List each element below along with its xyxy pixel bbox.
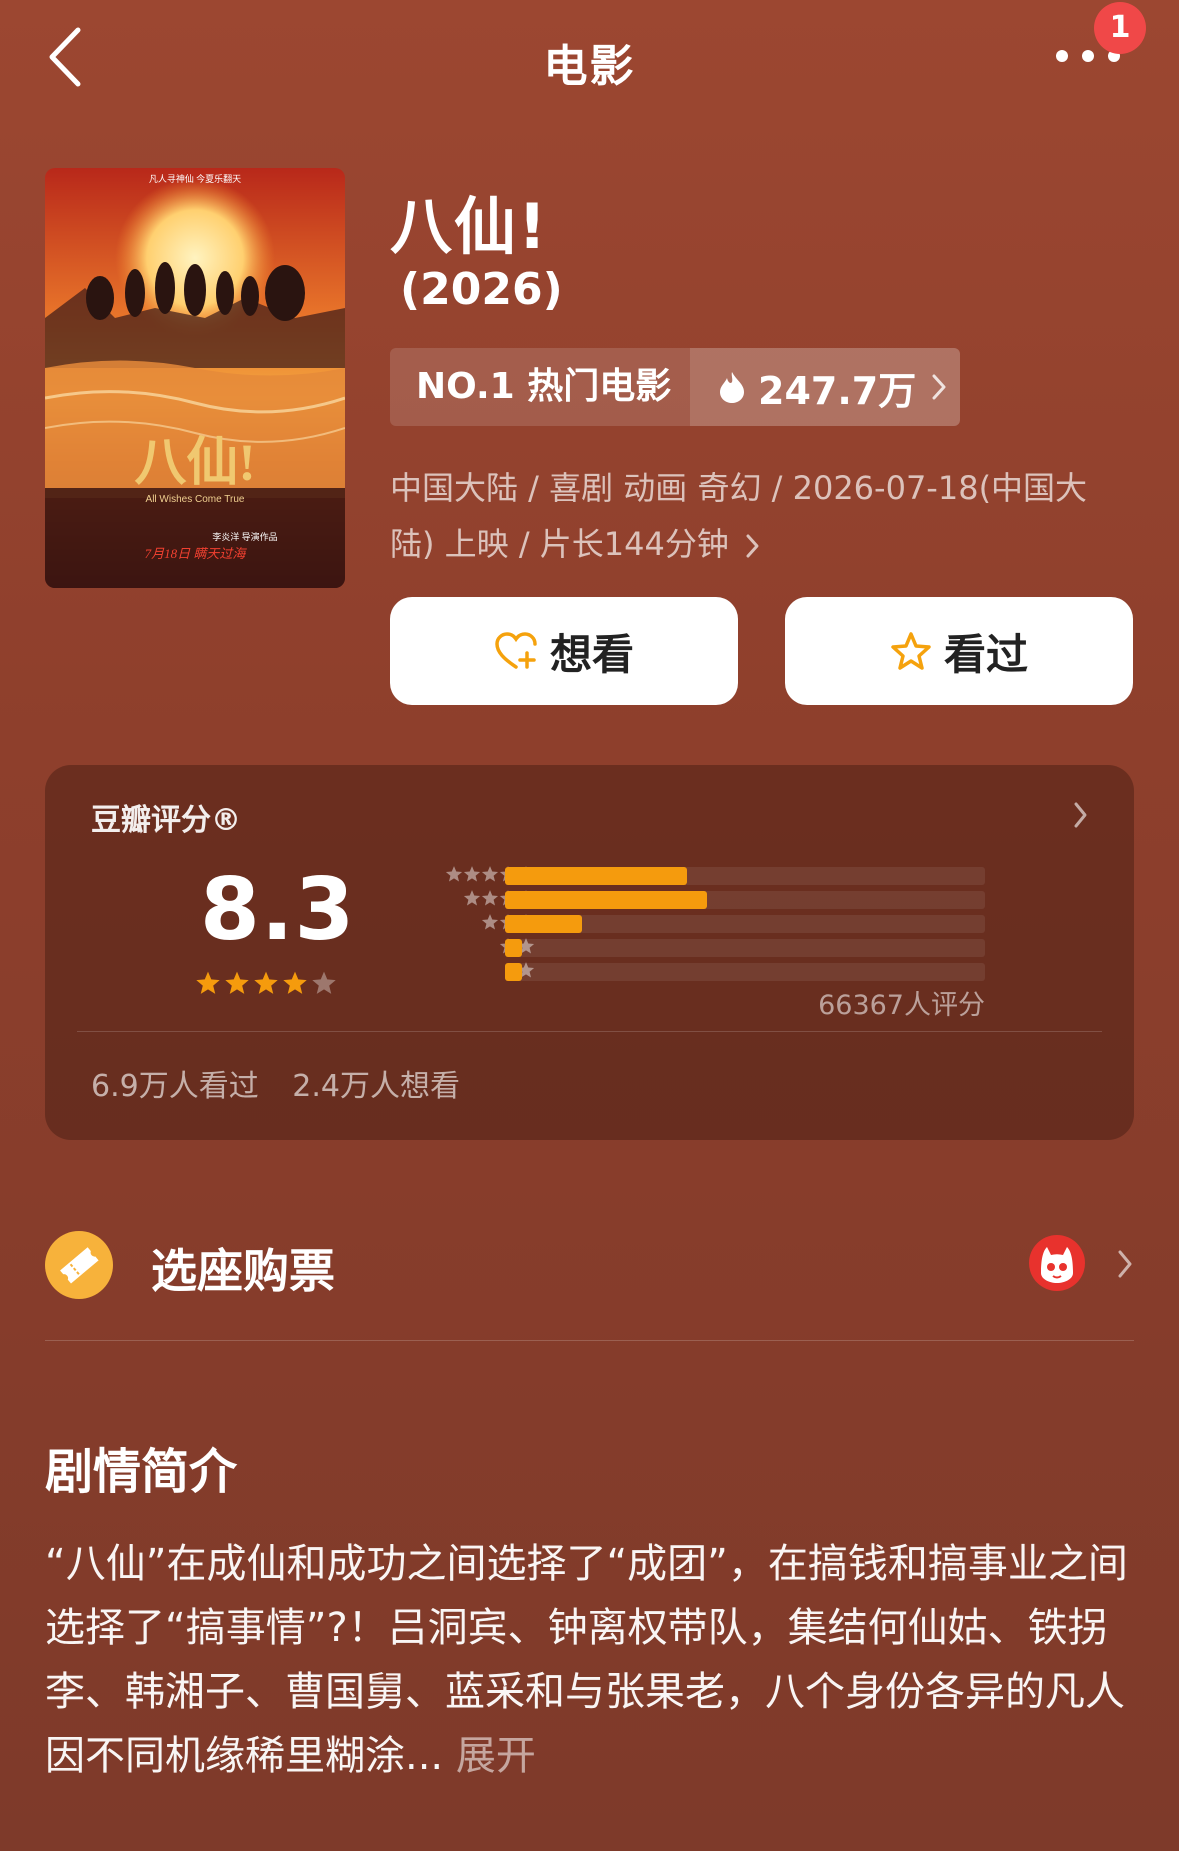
movie-title: 八仙!: [390, 190, 549, 263]
want-label: 想看: [549, 629, 634, 679]
ticket-label: 选座购票: [151, 1244, 335, 1298]
chevron-right-icon: [746, 534, 759, 558]
rating-count: 66367人评分: [818, 990, 985, 1021]
heat-button[interactable]: 247.7万: [690, 348, 960, 426]
poster-release: 7月18日 瞒天过海: [145, 546, 248, 561]
expand-link[interactable]: 展开: [456, 1733, 536, 1779]
distribution-bar-2: [505, 939, 522, 957]
distribution-bar-4: [505, 891, 707, 909]
ticket-icon: [45, 1231, 113, 1299]
movie-meta[interactable]: 中国大陆 / 喜剧 动画 奇幻 / 2026-07-18(中国大陆) 上映 / …: [390, 460, 1120, 572]
notification-badge: 1: [1094, 2, 1146, 54]
page-title: 电影: [543, 41, 636, 92]
rating-card[interactable]: 豆瓣评分® 8.3 66367人评分 6.9万人看过 2.4万人想看: [45, 765, 1134, 1140]
star-icon: [481, 866, 499, 882]
want-to-watch-button[interactable]: 想看: [390, 597, 738, 705]
poster-director: 李炎洋 导演作品: [212, 531, 277, 542]
star-icon: [445, 866, 463, 882]
poster-top-text: 凡人寻神仙 今夏乐翻天: [149, 173, 241, 184]
seen-label: 看过: [943, 629, 1028, 679]
movie-meta-text: 中国大陆 / 喜剧 动画 奇幻 / 2026-07-18(中国大陆) 上映 / …: [390, 469, 1088, 563]
synopsis-text: “八仙”在成仙和成功之间选择了“成团”，在搞钱和搞事业之间选择了“搞事情”?！吕…: [45, 1532, 1140, 1788]
rating-score: 8.3: [200, 860, 356, 960]
seen-button[interactable]: 看过: [785, 597, 1133, 705]
synopsis-title: 剧情简介: [45, 1444, 238, 1500]
synopsis-body: “八仙”在成仙和成功之间选择了“成团”，在搞钱和搞事业之间选择了“搞事情”?！吕…: [45, 1541, 1128, 1779]
chevron-right-icon: [932, 374, 946, 400]
rating-stars: [195, 970, 340, 996]
movie-poster[interactable]: 凡人寻神仙 今夏乐翻天 八仙! All Wishes Come True 李炎洋…: [45, 168, 345, 588]
divider: [45, 1340, 1134, 1341]
rank-badge[interactable]: NO.1 热门电影 247.7万: [390, 348, 960, 426]
divider: [77, 1031, 1102, 1032]
star-icon: [463, 866, 481, 882]
distribution-bar-5: [505, 867, 688, 885]
rating-label: 豆瓣评分®: [91, 803, 241, 838]
heart-plus-icon: [495, 632, 537, 669]
distribution-bar-3: [505, 915, 582, 933]
star-outline-icon: [891, 632, 931, 670]
poster-subtitle: All Wishes Come True: [146, 494, 245, 505]
star-filled-icon: [225, 971, 249, 994]
poster-logo: 八仙!: [134, 434, 255, 492]
flame-icon: [720, 372, 744, 403]
star-icon: [481, 914, 499, 930]
rating-stats: 6.9万人看过 2.4万人想看: [91, 1061, 484, 1105]
distribution-bar-track: [505, 963, 985, 981]
chevron-right-icon: [1074, 802, 1087, 828]
ticket-row[interactable]: 选座购票: [45, 1225, 1134, 1335]
star-empty-icon: [312, 971, 336, 994]
seen-count: 6.9万人看过: [91, 1069, 259, 1104]
chevron-right-icon: [1118, 1250, 1132, 1278]
star-filled-icon: [196, 971, 220, 994]
distribution-bar-track: [505, 891, 985, 909]
star-filled-icon: [254, 971, 278, 994]
movie-year: (2026): [400, 264, 563, 315]
want-count: 2.4万人想看: [292, 1069, 460, 1104]
distribution-bar-track: [505, 867, 985, 885]
star-filled-icon: [283, 971, 307, 994]
distribution-bar-1: [505, 963, 522, 981]
heat-value: 247.7万: [758, 368, 917, 413]
top-bar: 电影 1: [0, 0, 1179, 120]
star-icon: [463, 890, 481, 906]
distribution-bars: [505, 867, 985, 987]
distribution-bar-track: [505, 915, 985, 933]
maoyan-cat-icon: [1029, 1235, 1085, 1291]
rank-label: NO.1 热门电影: [390, 348, 690, 426]
star-icon: [481, 890, 499, 906]
distribution-bar-track: [505, 939, 985, 957]
